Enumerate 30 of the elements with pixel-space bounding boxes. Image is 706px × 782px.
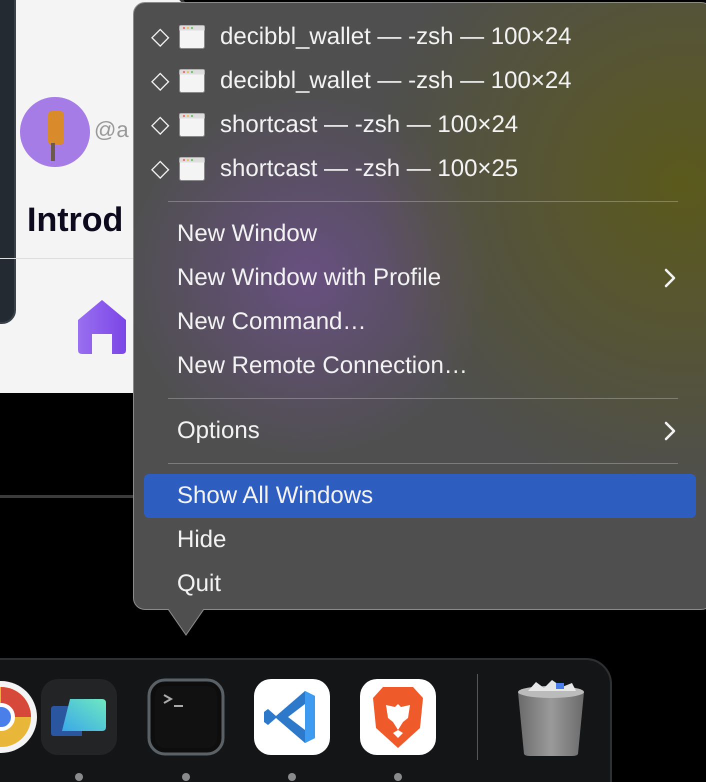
diamond-mark: ◇ [151, 66, 169, 96]
chevron-icon [664, 268, 676, 288]
diamond-mark: ◇ [151, 154, 169, 184]
window-entry[interactable]: decibbl_wallet — -zsh — 100×24 [220, 63, 572, 99]
menu-item[interactable]: New Remote Connection… [144, 344, 696, 388]
home-icon[interactable] [76, 298, 128, 354]
lion-icon[interactable] [359, 678, 437, 756]
menu-item[interactable]: Options [144, 409, 696, 453]
cards-icon[interactable] [40, 678, 118, 756]
menu-item[interactable]: Show All Windows [144, 474, 696, 518]
window-entry[interactable]: shortcast — -zsh — 100×24 [220, 107, 518, 143]
window-icon [179, 157, 205, 181]
menu-item[interactable]: New Command… [144, 300, 696, 344]
username-text: @a [94, 119, 129, 141]
window-entry[interactable]: decibbl_wallet — -zsh — 100×24 [220, 19, 572, 55]
menu-item[interactable]: New Window with Profile [144, 256, 696, 300]
menu-item[interactable]: Hide [144, 518, 696, 562]
terminal-icon[interactable] [147, 678, 225, 756]
diamond-mark: ◇ [151, 22, 169, 52]
window-entry[interactable]: shortcast — -zsh — 100×25 [220, 151, 518, 187]
code-editor-icon[interactable] [253, 678, 331, 756]
diamond-mark: ◇ [151, 110, 169, 140]
menu-item[interactable]: New Window [144, 212, 696, 256]
chevron-icon [664, 421, 676, 441]
window-icon [179, 69, 205, 93]
window-icon [179, 25, 205, 49]
window-icon [179, 113, 205, 137]
heading-text: Introd [27, 203, 124, 237]
avatar-icon [20, 97, 90, 167]
menu-item[interactable]: Quit [144, 562, 696, 606]
